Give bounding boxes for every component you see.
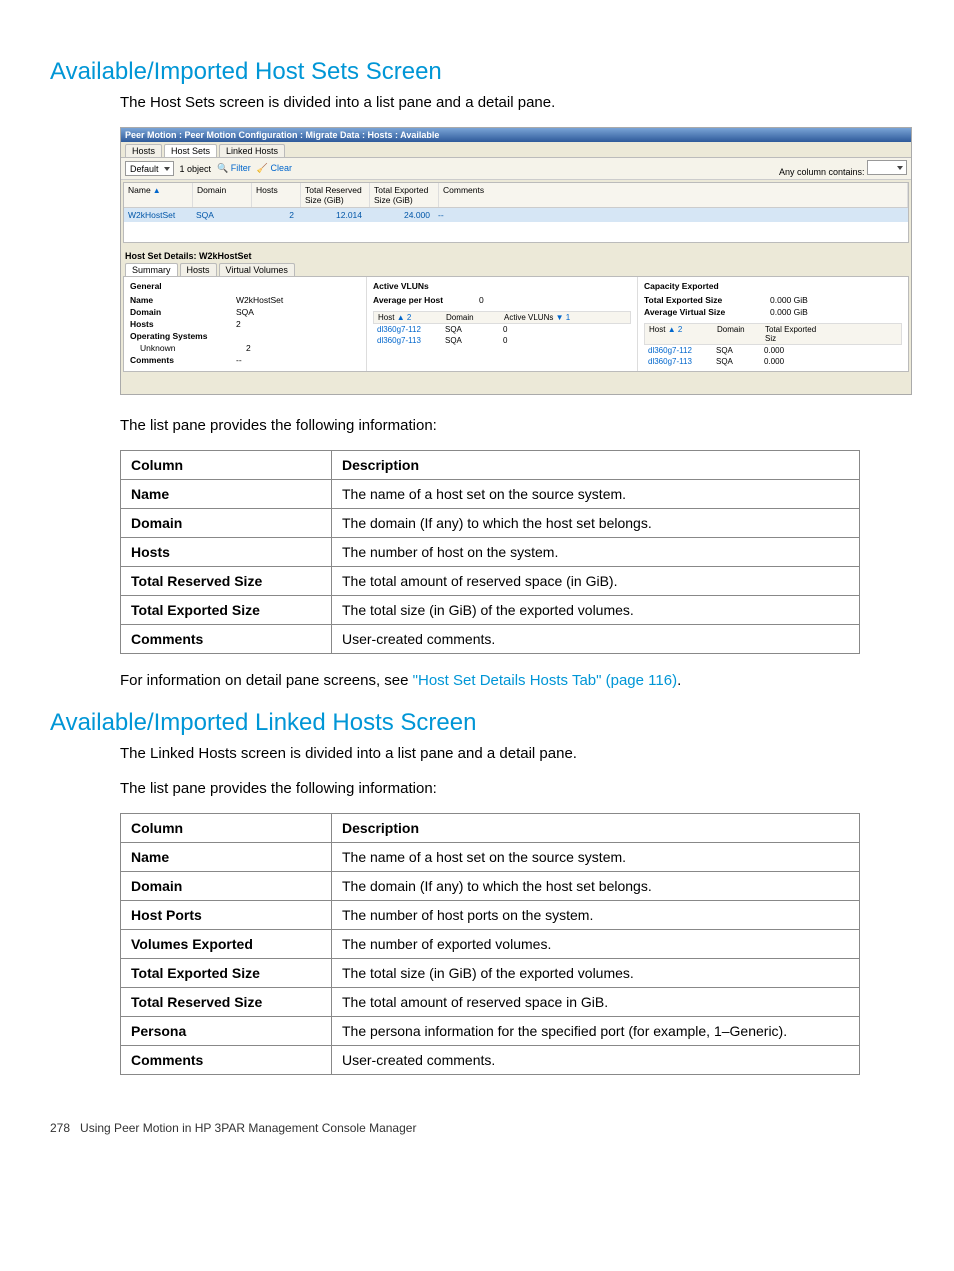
table-row-label: Volumes Exported [121,930,332,959]
section-title-hostsets: Available/Imported Host Sets Screen [50,58,904,86]
table-row-label: Total Reserved Size [121,988,332,1017]
list-pane: Name▲ Domain Hosts Total Reserved Size (… [123,182,909,243]
table-row-label: Comments [121,1046,332,1075]
detail-link-sentence: For information on detail pane screens, … [120,670,904,691]
table-row-desc: The persona information for the specifie… [332,1017,860,1046]
col-header-domain[interactable]: Domain [193,183,252,207]
col-header-name[interactable]: Name▲ [124,183,193,207]
table-row-desc: The total amount of reserved space in Gi… [332,988,860,1017]
col-header-exported[interactable]: Total Exported Size (GiB) [370,183,439,207]
detail-tab-virtual-volumes[interactable]: Virtual Volumes [219,263,295,276]
table-row-label: Hosts [121,538,332,567]
table-row-label: Total Reserved Size [121,567,332,596]
list-header: Name▲ Domain Hosts Total Reserved Size (… [124,183,908,208]
table-row-desc: The total amount of reserved space (in G… [332,567,860,596]
table-row-label: Total Exported Size [121,959,332,988]
table-row-desc: The name of a host set on the source sys… [332,480,860,509]
tab-host-sets[interactable]: Host Sets [164,144,217,157]
table-row-label: Name [121,480,332,509]
panel-active-vluns: Active VLUNs Average per Host0 Host ▲ 2 … [367,277,638,371]
panel-general: General NameW2kHostSet DomainSQA Hosts2 … [124,277,367,371]
table-row-desc: The name of a host set on the source sys… [332,843,860,872]
window-titlebar: Peer Motion : Peer Motion Configuration … [121,128,911,142]
table-row-desc: The total size (in GiB) of the exported … [332,959,860,988]
intro-linkedhosts-1: The Linked Hosts screen is divided into … [120,743,904,764]
table-row-label: Total Exported Size [121,596,332,625]
any-column-dropdown[interactable] [867,160,907,175]
filter-button[interactable]: 🔍 Filter [217,163,251,174]
clear-button[interactable]: 🧹 Clear [257,163,292,174]
tab-hosts[interactable]: Hosts [125,144,162,157]
intro-linkedhosts-2: The list pane provides the following inf… [120,778,904,799]
table-row-desc: User-created comments. [332,1046,860,1075]
cap-row[interactable]: dl360g7-113 SQA 0.000 [644,356,902,367]
app-window: Peer Motion : Peer Motion Configuration … [120,127,912,395]
detail-panels: General NameW2kHostSet DomainSQA Hosts2 … [123,276,909,372]
panel-capacity: Capacity Exported Total Exported Size0.0… [638,277,908,371]
table-row-label: Domain [121,509,332,538]
table-row-desc: The number of host on the system. [332,538,860,567]
table-row-desc: The number of host ports on the system. [332,901,860,930]
page-footer: 278 Using Peer Motion in HP 3PAR Managem… [50,1091,904,1135]
table-row-desc: User-created comments. [332,625,860,654]
col-header-comments[interactable]: Comments [439,183,908,207]
table-row-desc: The number of exported volumes. [332,930,860,959]
table-row-label: Comments [121,625,332,654]
col-header-reserved[interactable]: Total Reserved Size (GiB) [301,183,370,207]
col-header-hosts[interactable]: Hosts [252,183,301,207]
detail-tabs: Summary Hosts Virtual Volumes [121,263,911,276]
tab-linked-hosts[interactable]: Linked Hosts [219,144,285,157]
table-linkedhosts-columns: Column Description NameThe name of a hos… [120,813,860,1075]
any-column-label: Any column contains: [779,167,865,177]
table-row-label: Name [121,843,332,872]
table-hostsets-columns: Column Description NameThe name of a hos… [120,450,860,654]
table-row-desc: The total size (in GiB) of the exported … [332,596,860,625]
table-row-label: Domain [121,872,332,901]
table-row-label: Host Ports [121,901,332,930]
detail-tab-summary[interactable]: Summary [125,263,178,276]
table-row-desc: The domain (If any) to which the host se… [332,509,860,538]
list-row[interactable]: W2kHostSet SQA 2 12.014 24.000 -- [124,208,908,222]
vlun-row[interactable]: dl360g7-113 SQA 0 [373,335,631,346]
cap-row[interactable]: dl360g7-112 SQA 0.000 [644,345,902,356]
section-title-linkedhosts: Available/Imported Linked Hosts Screen [50,709,904,737]
intro-hostsets: The Host Sets screen is divided into a l… [120,92,904,113]
table-row-desc: The domain (If any) to which the host se… [332,872,860,901]
vlun-row[interactable]: dl360g7-112 SQA 0 [373,324,631,335]
objects-count: 1 object [180,164,212,174]
hostset-details-link[interactable]: "Host Set Details Hosts Tab" (page 116) [413,672,677,689]
table-row-label: Persona [121,1017,332,1046]
sort-up-icon: ▲ [153,186,161,195]
filter-dropdown[interactable]: Default [125,161,174,176]
detail-title: Host Set Details: W2kHostSet [121,245,911,263]
detail-tab-hosts[interactable]: Hosts [180,263,217,276]
list-pane-intro-1: The list pane provides the following inf… [120,415,904,436]
toolbar: Default 1 object 🔍 Filter 🧹 Clear Any co… [121,158,911,180]
upper-tabs: Hosts Host Sets Linked Hosts [121,142,911,158]
